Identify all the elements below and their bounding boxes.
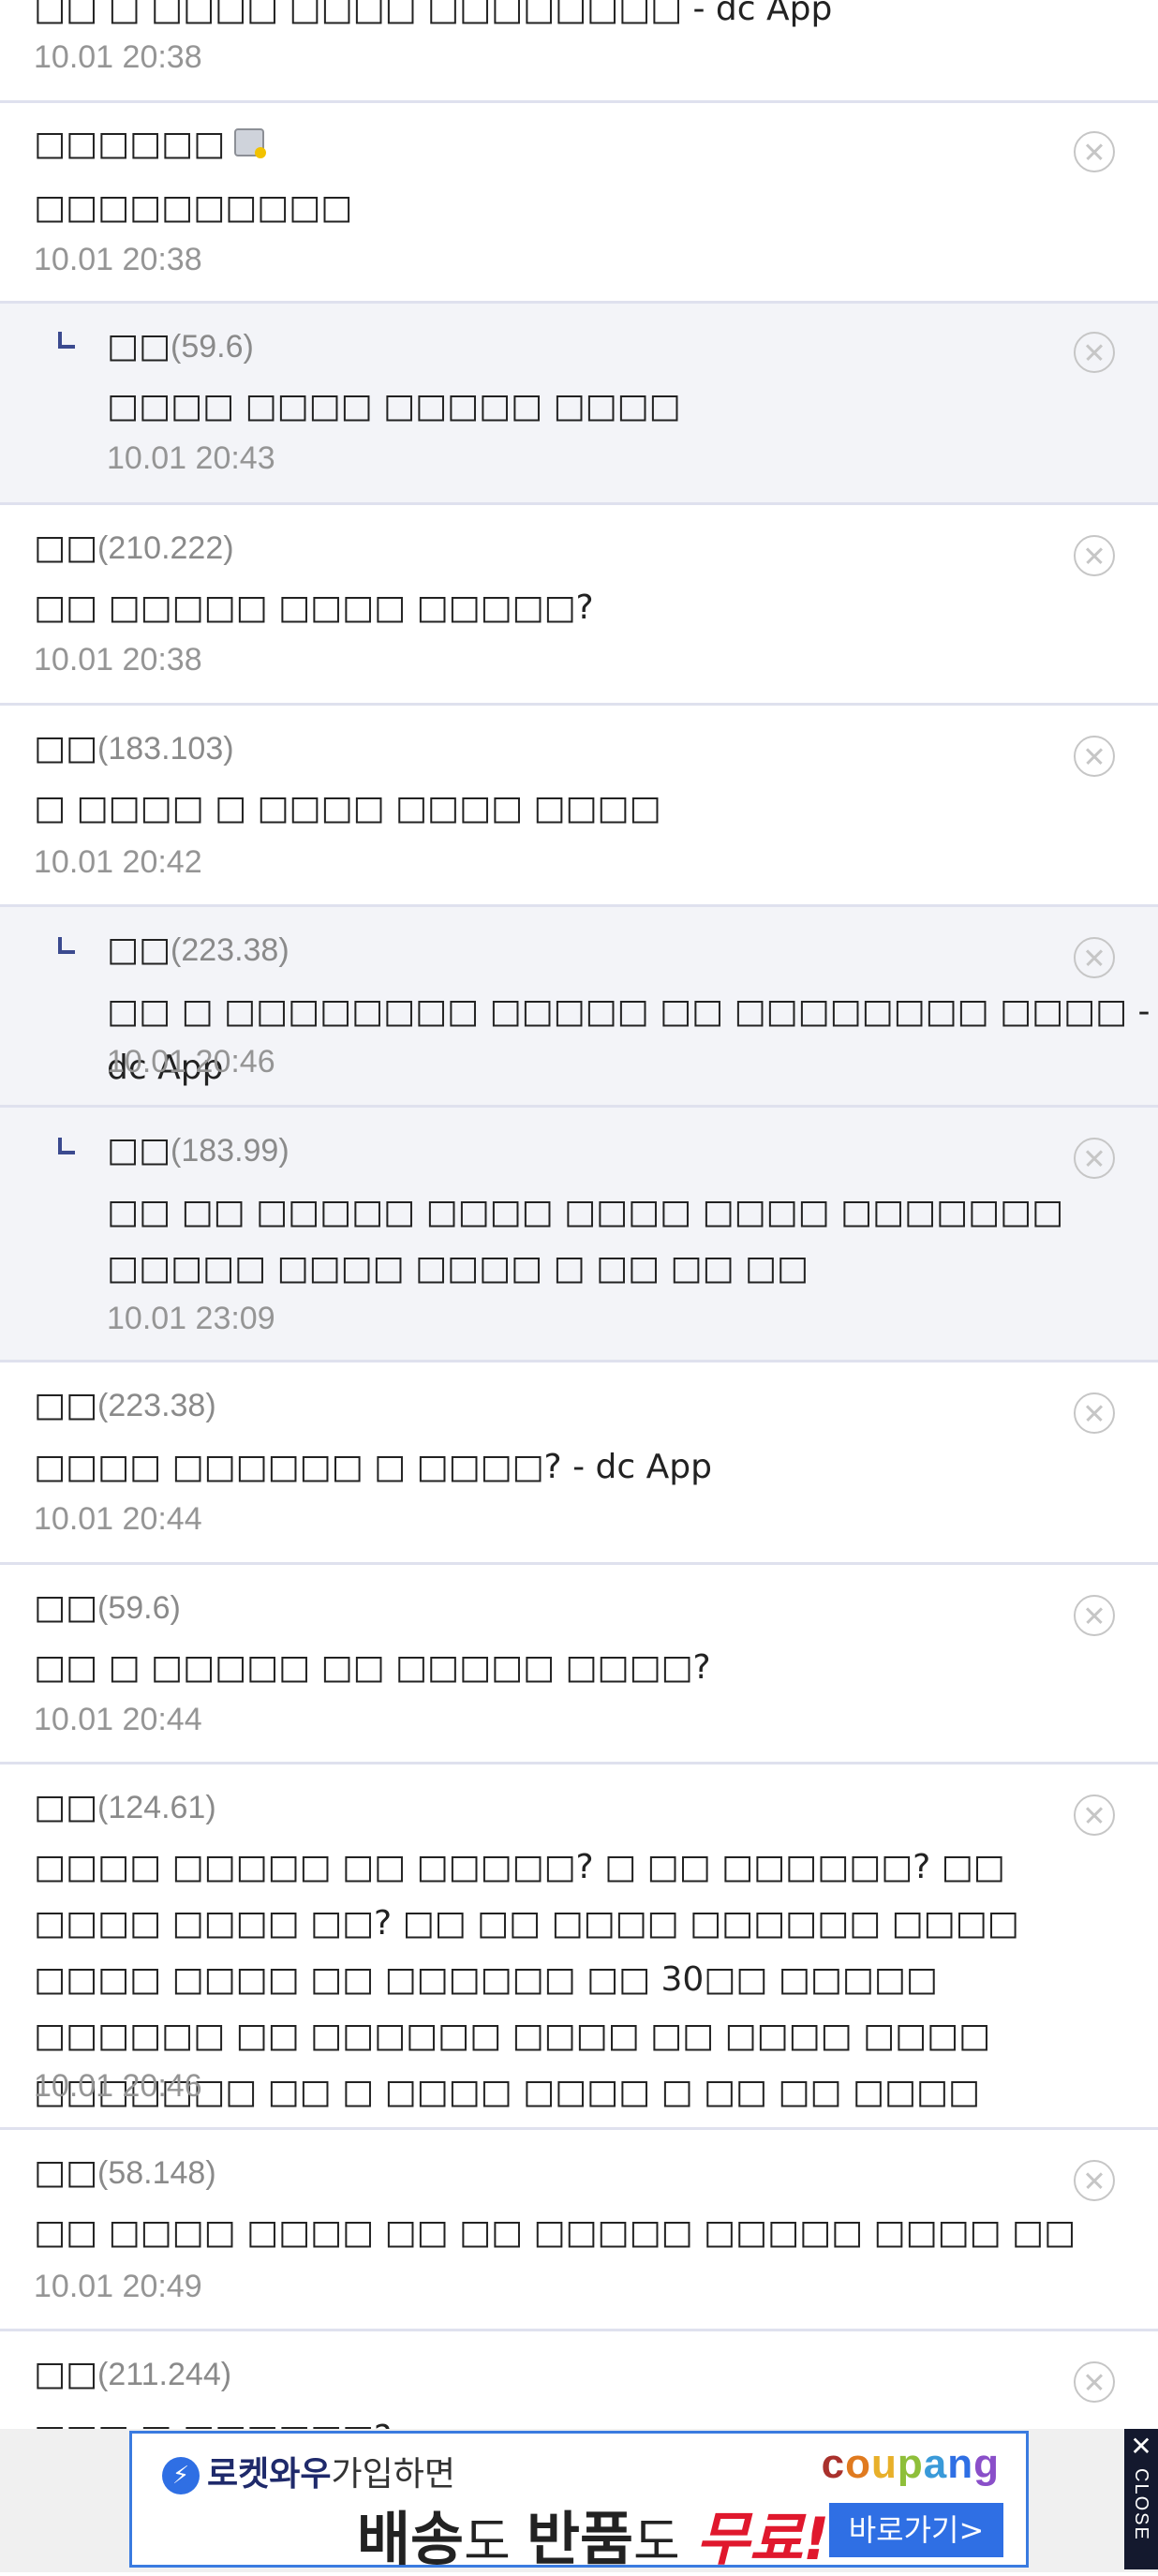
gallog-icon bbox=[234, 128, 267, 158]
comment-author[interactable]: □□(59.6) bbox=[107, 326, 254, 367]
ad-headline: 배송도 반품도 무료! bbox=[357, 2492, 829, 2576]
ad-headline-part: 도 bbox=[464, 2512, 527, 2571]
comment-date: 10.01 20:49 bbox=[34, 2269, 202, 2304]
reply-arrow-icon bbox=[58, 332, 75, 349]
author-ip: (210.222) bbox=[97, 530, 234, 566]
comment-text: □□□□ □□□□□□ □ □□□□? - dc App bbox=[34, 1448, 712, 1486]
close-icon[interactable]: ✕ bbox=[1124, 2433, 1158, 2461]
comment-author[interactable]: □□(210.222) bbox=[34, 528, 234, 569]
comment-item: □□□□□□ □□□□□□□□□□ 10.01 20:38 bbox=[0, 103, 1158, 304]
author-ip: (58.148) bbox=[97, 2155, 216, 2191]
ad-headline-part: 도 bbox=[633, 2512, 696, 2571]
author-nickname[interactable]: □□ bbox=[34, 2153, 97, 2192]
author-nickname[interactable]: □□□□□□ bbox=[34, 125, 225, 163]
comment-date: 10.01 20:44 bbox=[34, 1501, 202, 1537]
delete-comment-icon[interactable] bbox=[1074, 2160, 1115, 2201]
author-nickname[interactable]: □□ bbox=[107, 1131, 171, 1169]
comment-author[interactable]: □□(58.148) bbox=[34, 2152, 216, 2194]
comment-text: □□ □ □□□□□ □□ □□□□□ □□□□? bbox=[34, 1648, 711, 1687]
comment-text: □□□□ □□□□□ □□ □□□□□? □ □□ □□□□□□? □□ □□□… bbox=[34, 1848, 1019, 2167]
author-ip: (223.38) bbox=[97, 1388, 216, 1423]
delete-comment-icon[interactable] bbox=[1074, 1392, 1115, 1434]
comment-item: □□ □ □□□□ □□□□ □□□□□□□□ - dc App 10.01 2… bbox=[0, 0, 1158, 103]
comment-author[interactable]: □□(223.38) bbox=[107, 930, 290, 971]
author-ip: (211.244) bbox=[97, 2357, 232, 2392]
rocket-icon: ⚡ bbox=[162, 2457, 200, 2494]
author-nickname[interactable]: □□ bbox=[34, 1386, 97, 1424]
author-ip: (59.6) bbox=[171, 329, 254, 365]
comment-item: □□(58.148) □□ □□□□ □□□□ □□ □□ □□□□□ □□□□… bbox=[0, 2130, 1158, 2331]
author-nickname[interactable]: □□ bbox=[34, 529, 97, 567]
comment-date: 10.01 20:46 bbox=[34, 2068, 202, 2104]
ad-headline-part: 배송 bbox=[357, 2505, 465, 2573]
delete-comment-icon[interactable] bbox=[1074, 2361, 1115, 2403]
close-label: CLOSE bbox=[1131, 2468, 1151, 2541]
ad-brand-line: 로켓와우 bbox=[207, 2455, 332, 2494]
comment-author[interactable]: □□(124.61) bbox=[34, 1787, 216, 1828]
comment-item: □□(59.6) □□ □ □□□□□ □□ □□□□□ □□□□? 10.01… bbox=[0, 1565, 1158, 1764]
comment-item: □□(124.61) □□□□ □□□□□ □□ □□□□□? □ □□ □□□… bbox=[0, 1764, 1158, 2167]
delete-comment-icon[interactable] bbox=[1074, 131, 1115, 172]
comment-date: 10.01 20:46 bbox=[107, 1044, 275, 1080]
author-nickname[interactable]: □□ bbox=[107, 931, 171, 969]
ad-close-button[interactable]: ✕ CLOSE bbox=[1124, 2429, 1158, 2569]
comment-item: □□(210.222) □□ □□□□□ □□□□ □□□□□? 10.01 2… bbox=[0, 505, 1158, 706]
comment-text: □□□□□□□□□□ bbox=[34, 188, 353, 227]
author-ip: (223.38) bbox=[171, 932, 290, 968]
comment-date: 10.01 20:43 bbox=[107, 440, 275, 476]
reply-arrow-icon bbox=[58, 1138, 75, 1154]
delete-comment-icon[interactable] bbox=[1074, 332, 1115, 373]
author-nickname[interactable]: □□ bbox=[34, 1588, 97, 1627]
comment-text: □□ □□□□□ □□□□ □□□□□? bbox=[34, 588, 594, 627]
author-nickname[interactable]: □□ bbox=[34, 2355, 97, 2393]
reply-item: □□(223.38) □□ □ □□□□□□□□ □□□□□ □□ □□□□□□… bbox=[0, 907, 1158, 1108]
coupang-ad-banner[interactable]: ⚡ 로켓와우가입하면 coupang 배송도 반품도 무료! 바로가기> bbox=[129, 2431, 1029, 2573]
reply-item: □□(183.99) □□ □□ □□□□□ □□□□ □□□□ □□□□ □□… bbox=[0, 1108, 1158, 1362]
comment-item: □□(183.103) □ □□□□ □ □□□□ □□□□ □□□□ 10.0… bbox=[0, 706, 1158, 907]
comment-text: □□ □□□□ □□□□ □□ □□ □□□□□ □□□□□ □□□□ □□ bbox=[34, 2213, 1076, 2252]
comment-author[interactable]: □□(59.6) bbox=[34, 1587, 181, 1629]
comment-author[interactable]: □□(211.244) bbox=[34, 2354, 231, 2395]
comment-text: □□ □□ □□□□□ □□□□ □□□□ □□□□ □□□□□□□ □□□□□… bbox=[107, 1193, 1064, 1288]
comment-text: □□□□ □□□□ □□□□□ □□□□ bbox=[107, 387, 681, 425]
comment-date: 10.01 20:38 bbox=[34, 642, 202, 678]
delete-comment-icon[interactable] bbox=[1074, 535, 1115, 576]
author-ip: (183.99) bbox=[171, 1133, 290, 1169]
author-nickname[interactable]: □□ bbox=[107, 327, 171, 365]
comment-date: 10.01 20:42 bbox=[34, 844, 202, 880]
comment-author[interactable]: □□(223.38) bbox=[34, 1385, 216, 1426]
ad-top-line: ⚡ 로켓와우가입하면 bbox=[162, 2447, 455, 2495]
author-ip: (183.103) bbox=[97, 731, 234, 767]
ad-cta-button[interactable]: 바로가기> bbox=[829, 2503, 1003, 2557]
author-nickname[interactable]: □□ bbox=[34, 729, 97, 767]
comment-author[interactable]: □□(183.99) bbox=[107, 1130, 290, 1171]
delete-comment-icon[interactable] bbox=[1074, 937, 1115, 978]
ad-headline-free: 무료! bbox=[695, 2505, 830, 2573]
coupang-logo: coupang bbox=[822, 2441, 1000, 2488]
comment-item: □□(223.38) □□□□ □□□□□□ □ □□□□? - dc App … bbox=[0, 1362, 1158, 1565]
comment-date: 10.01 20:38 bbox=[34, 242, 202, 277]
ad-banner-area: ⚡ 로켓와우가입하면 coupang 배송도 반품도 무료! 바로가기> bbox=[0, 2429, 1158, 2573]
author-nickname[interactable]: □□ bbox=[34, 1788, 97, 1826]
comment-text: □ □□□□ □ □□□□ □□□□ □□□□ bbox=[34, 789, 661, 827]
comment-author[interactable]: □□□□□□ bbox=[34, 124, 267, 165]
comment-author[interactable]: □□(183.103) bbox=[34, 728, 234, 769]
comment-date: 10.01 23:09 bbox=[107, 1301, 275, 1336]
delete-comment-icon[interactable] bbox=[1074, 1595, 1115, 1636]
ad-headline-part: 반품 bbox=[526, 2505, 634, 2573]
comment-date: 10.01 20:44 bbox=[34, 1702, 202, 1737]
delete-comment-icon[interactable] bbox=[1074, 1138, 1115, 1179]
author-ip: (59.6) bbox=[97, 1590, 181, 1626]
reply-item: □□(59.6) □□□□ □□□□ □□□□□ □□□□ 10.01 20:4… bbox=[0, 304, 1158, 505]
reply-arrow-icon bbox=[58, 937, 75, 954]
delete-comment-icon[interactable] bbox=[1074, 1794, 1115, 1836]
author-ip: (124.61) bbox=[97, 1790, 216, 1825]
ad-brand-suffix: 가입하면 bbox=[331, 2455, 455, 2494]
comment-text: □□ □ □□□□ □□□□ □□□□□□□□ - dc App bbox=[34, 0, 833, 28]
comment-date: 10.01 20:38 bbox=[34, 39, 202, 75]
delete-comment-icon[interactable] bbox=[1074, 736, 1115, 777]
coupang-logo-text: coupang bbox=[821, 2441, 1000, 2487]
